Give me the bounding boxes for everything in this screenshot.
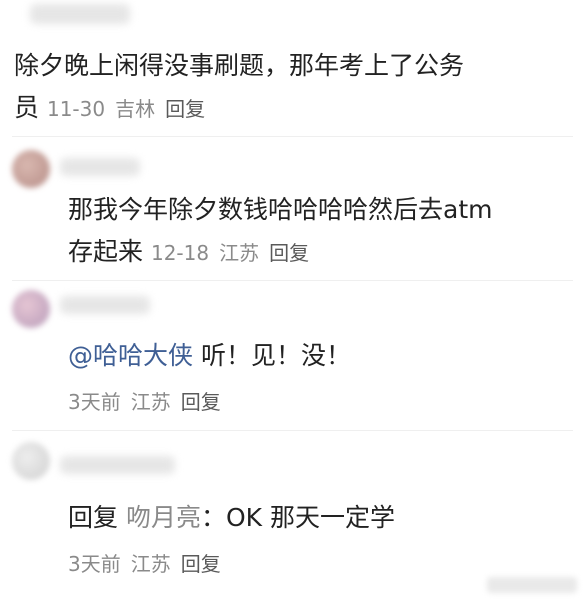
- comment-date: 12-18: [150, 241, 210, 265]
- comment-location: 吉林: [115, 97, 156, 121]
- comment-text: 那我今年除夕数钱哈哈哈哈然后去atm: [68, 195, 493, 224]
- comment-text-line2: 存起来 12-18 江苏 回复: [68, 232, 319, 273]
- divider: [12, 280, 573, 281]
- comment-meta: 3天前 江苏 回复: [68, 544, 231, 584]
- comment-meta: 11-30 吉林 回复: [47, 97, 215, 121]
- reply-button[interactable]: 回复: [269, 241, 309, 265]
- avatar[interactable]: [12, 442, 50, 480]
- comment-date: 3天前: [68, 552, 121, 576]
- comment-location: 江苏: [130, 390, 171, 414]
- divider: [12, 136, 573, 137]
- comment-meta: 3天前 江苏 回复: [68, 382, 231, 422]
- comment-location: 江苏: [130, 552, 171, 576]
- reply-button[interactable]: 回复: [165, 97, 205, 121]
- divider: [12, 430, 573, 431]
- reply-button[interactable]: 回复: [181, 390, 221, 414]
- reply-button[interactable]: 回复: [181, 552, 221, 576]
- watermark: [487, 577, 577, 593]
- comment-meta: 12-18 江苏 回复: [151, 241, 319, 265]
- comment-text: @哈哈大侠 听！见！没！: [68, 341, 351, 370]
- username-blurred: [60, 158, 140, 176]
- comment-text-line2: 员 11-30 吉林 回复: [14, 88, 215, 129]
- comment-text: 除夕晚上闲得没事刷题，那年考上了公务: [14, 51, 465, 80]
- username-blurred: [60, 456, 175, 474]
- reply-target-user[interactable]: 吻月亮: [126, 503, 201, 532]
- comment-date: 11-30: [46, 97, 106, 121]
- avatar[interactable]: [12, 150, 50, 188]
- username-blurred: [30, 4, 130, 24]
- username-blurred: [60, 296, 150, 314]
- reply-prefix: 回复: [68, 503, 119, 532]
- avatar[interactable]: [12, 290, 50, 328]
- mention-link[interactable]: @哈哈大侠: [68, 341, 193, 370]
- comment-location: 江苏: [219, 241, 260, 265]
- comment-text: 回复 吻月亮：OK 那天一定学: [68, 503, 396, 532]
- comment-date: 3天前: [68, 390, 121, 414]
